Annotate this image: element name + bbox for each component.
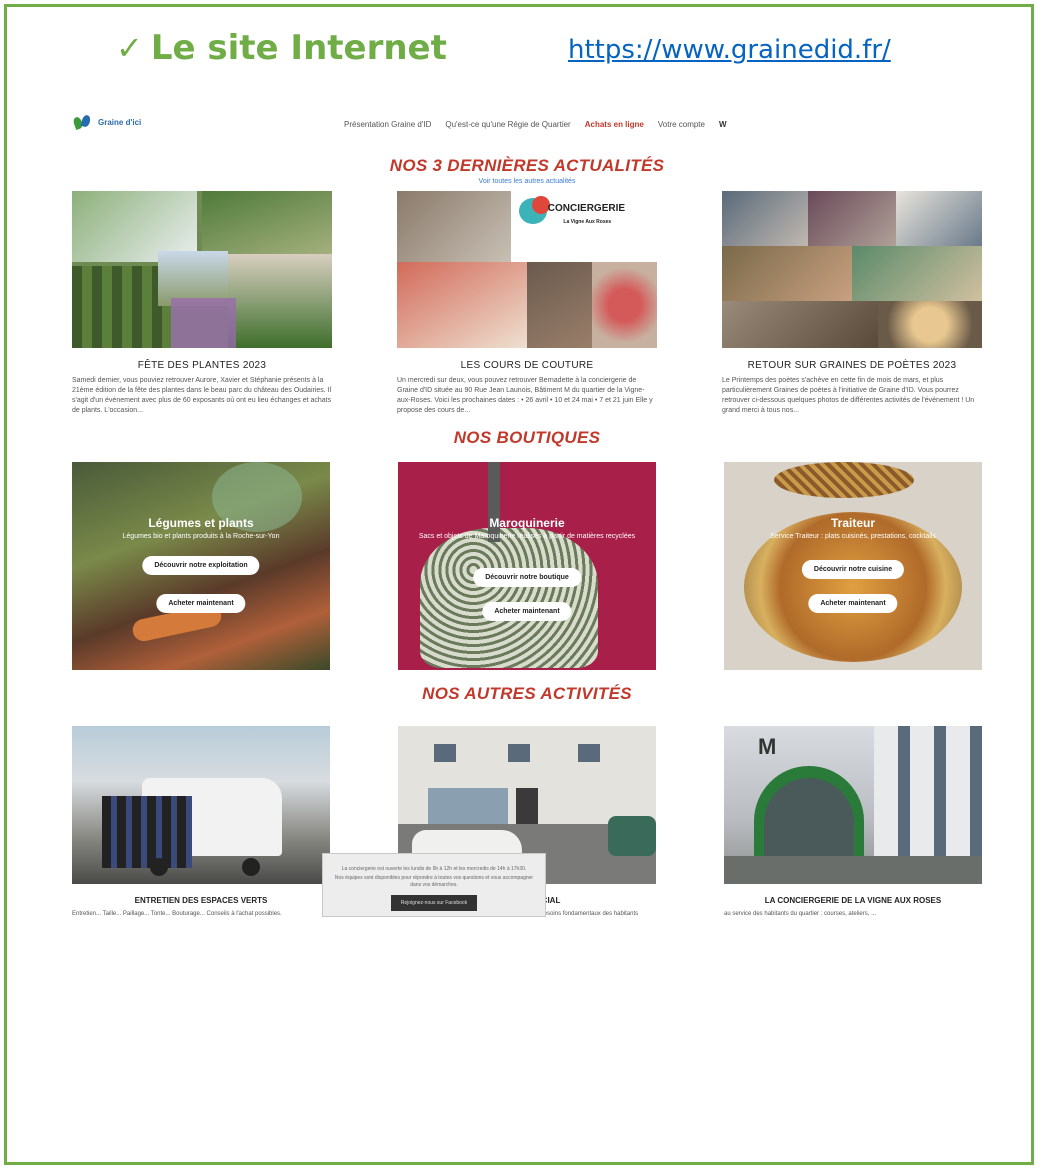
shop-desc: Service Traiteur : plats cuisinés, prest… xyxy=(770,533,936,540)
discover-farm-button[interactable]: Découvrir notre exploitation xyxy=(142,556,260,575)
activity-title: ENTRETIEN DES ESPACES VERTS xyxy=(134,896,268,905)
menu-item-regie[interactable]: Qu'est-ce qu'une Régie de Quartier xyxy=(445,120,570,129)
news-excerpt: Un mercredi sur deux, vous pouvez retrou… xyxy=(397,377,653,414)
leaf-logo-icon xyxy=(72,114,94,131)
activity-card[interactable]: M LA CONCIERGERIE DE LA VIGNE AUX ROSES … xyxy=(724,726,982,919)
shop-title: Légumes et plants xyxy=(148,516,254,530)
sewing-course-photo: CONCIERGERIE La Vigne Aux Roses xyxy=(397,191,657,348)
plant-fair-photo xyxy=(72,191,332,348)
shop-card-vegetables: Légumes et plants Légumes bio et plants … xyxy=(72,462,330,670)
site-menu: Présentation Graine d'ID Qu'est-ce qu'un… xyxy=(344,120,727,129)
activity-text: Entretien... Taille... Paillage... Tonte… xyxy=(72,911,282,917)
news-card[interactable]: RETOUR SUR GRAINES DE POÈTES 2023 Le Pri… xyxy=(722,191,982,416)
shop-card-catering: Traiteur Service Traiteur : plats cuisin… xyxy=(724,462,982,670)
green-spaces-photo xyxy=(72,726,330,884)
site-footer-banner: La conciergerie est ouverte les lundis d… xyxy=(322,853,546,917)
activities-section-title: NOS AUTRES ACTIVITÉS xyxy=(422,684,632,703)
poets-event-photo xyxy=(722,191,982,348)
shop-card-leather: Maroquinerie Sacs et objets de Maroquine… xyxy=(398,462,656,670)
news-card[interactable]: FÊTE DES PLANTES 2023 Samedi dernier, vo… xyxy=(72,191,332,416)
concierge-logo-sub: La Vigne Aux Roses xyxy=(563,219,612,225)
shop-title: Maroquinerie xyxy=(489,516,565,530)
menu-item-compte[interactable]: Votre compte xyxy=(658,120,705,129)
heading-text: Le site Internet xyxy=(150,28,447,68)
cart-icon[interactable]: W xyxy=(719,120,727,129)
logo-text: Graine d'ici xyxy=(98,117,142,127)
footer-button[interactable]: Rejoignez-nous sur Facebook xyxy=(390,895,478,911)
shop-desc: Légumes bio et plants produits à la Roch… xyxy=(122,533,280,540)
footer-line-2: Nos équipes sont disponibles pour répond… xyxy=(334,875,534,888)
activity-card[interactable]: ENTRETIEN DES ESPACES VERTS Entretien...… xyxy=(72,726,330,919)
discover-shop-button[interactable]: Découvrir notre boutique xyxy=(473,568,581,587)
buy-now-button[interactable]: Acheter maintenant xyxy=(808,594,898,613)
news-section-title: NOS 3 DERNIÈRES ACTUALITÉS xyxy=(389,156,665,175)
menu-item-achats[interactable]: Achats en ligne xyxy=(585,120,644,129)
section-heading: ✓ Le site Internet xyxy=(116,28,447,68)
news-list: FÊTE DES PLANTES 2023 Samedi dernier, vo… xyxy=(72,191,982,416)
buy-now-button[interactable]: Acheter maintenant xyxy=(156,594,246,613)
website-screenshot: Graine d'ici Présentation Graine d'ID Qu… xyxy=(72,108,982,919)
shop-title: Traiteur xyxy=(830,516,875,530)
concierge-logo-text: CONCIERGERIE xyxy=(547,203,626,214)
news-title: RETOUR SUR GRAINES DE POÈTES 2023 xyxy=(747,360,957,371)
site-logo[interactable]: Graine d'ici xyxy=(72,114,142,131)
news-card[interactable]: CONCIERGERIE La Vigne Aux Roses LES COUR… xyxy=(397,191,657,416)
shops-list: Légumes et plants Légumes bio et plants … xyxy=(72,462,982,670)
news-title: LES COURS DE COUTURE xyxy=(460,360,594,371)
news-excerpt: Samedi dernier, vous pouviez retrouver A… xyxy=(72,377,332,414)
shop-desc: Sacs et objets de Maroquinerie réalisés … xyxy=(418,533,636,540)
conciergerie-photo: M xyxy=(724,726,982,884)
discover-kitchen-button[interactable]: Découvrir notre cuisine xyxy=(801,560,905,579)
website-link[interactable]: https://www.grainedid.fr/ xyxy=(568,35,891,65)
checkmark-icon: ✓ xyxy=(116,29,143,67)
all-news-link[interactable]: Voir toutes les autres actualités xyxy=(72,178,982,185)
buy-now-button[interactable]: Acheter maintenant xyxy=(482,602,572,621)
footer-line-1: La conciergerie est ouverte les lundis d… xyxy=(341,866,527,872)
news-title: FÊTE DES PLANTES 2023 xyxy=(137,360,267,371)
site-navbar: Graine d'ici Présentation Graine d'ID Qu… xyxy=(72,108,982,148)
activity-title: LA CONCIERGERIE DE LA VIGNE AUX ROSES xyxy=(764,896,942,905)
activity-text: au service des habitants du quartier : c… xyxy=(724,911,877,917)
news-excerpt: Le Printemps des poètes s'achève en cett… xyxy=(722,377,975,414)
shops-section-title: NOS BOUTIQUES xyxy=(453,428,601,447)
menu-item-presentation[interactable]: Présentation Graine d'ID xyxy=(344,120,431,129)
